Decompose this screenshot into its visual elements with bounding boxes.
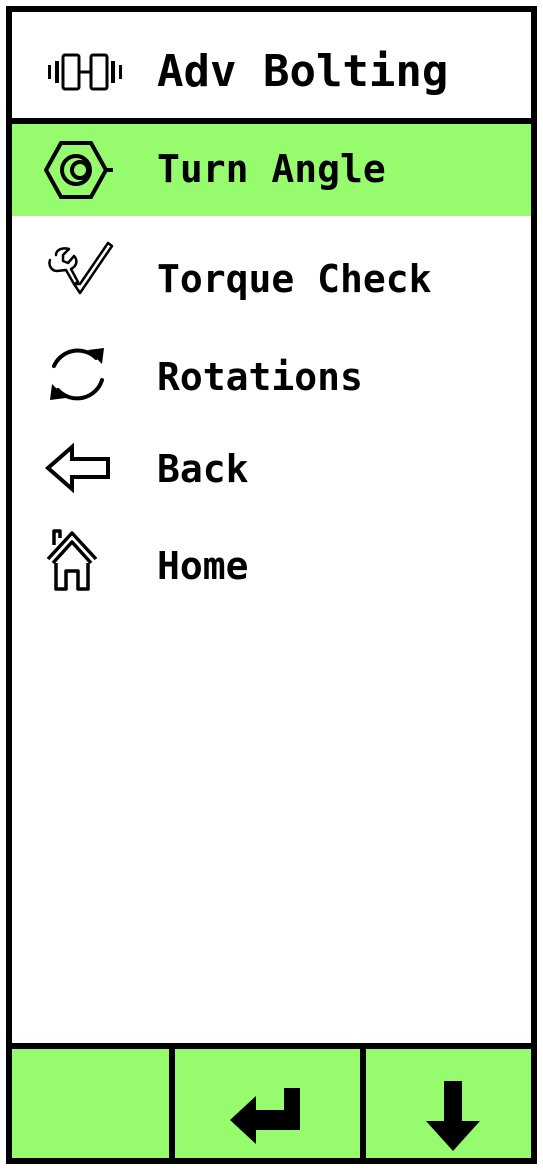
menu-item-label: Back	[157, 447, 249, 491]
enter-softkey[interactable]	[175, 1049, 360, 1158]
wrench-check-icon	[48, 241, 114, 295]
menu-item-label: Home	[157, 544, 249, 588]
rotate-arrows-icon	[50, 348, 104, 401]
empty-softkey[interactable]	[12, 1049, 169, 1158]
menu-item-label: Turn Angle	[157, 147, 386, 191]
menu-item-turn-angle[interactable]: Turn Angle	[12, 124, 531, 216]
home-icon	[46, 529, 98, 591]
down-arrow-icon	[426, 1081, 480, 1151]
menu-item-back[interactable]: Back	[12, 422, 531, 514]
screen-header: Adv Bolting	[12, 12, 531, 124]
menu-item-home[interactable]: Home	[12, 517, 531, 609]
down-softkey[interactable]	[366, 1049, 531, 1158]
menu-item-rotations[interactable]: Rotations	[12, 330, 531, 422]
back-arrow-icon	[44, 442, 110, 494]
menu-item-torque-check[interactable]: Torque Check	[12, 230, 531, 322]
softkey-bar	[12, 1043, 531, 1158]
enter-arrow-icon	[230, 1088, 300, 1144]
menu-item-label: Rotations	[157, 355, 363, 399]
page-title: Adv Bolting	[157, 46, 449, 97]
menu-item-label: Torque Check	[157, 257, 432, 301]
bolting-tool-icon	[48, 53, 122, 91]
menu-screen: Adv Bolting Turn Angle Torque Check Rota…	[6, 6, 537, 1164]
hex-nut-icon	[44, 141, 113, 199]
